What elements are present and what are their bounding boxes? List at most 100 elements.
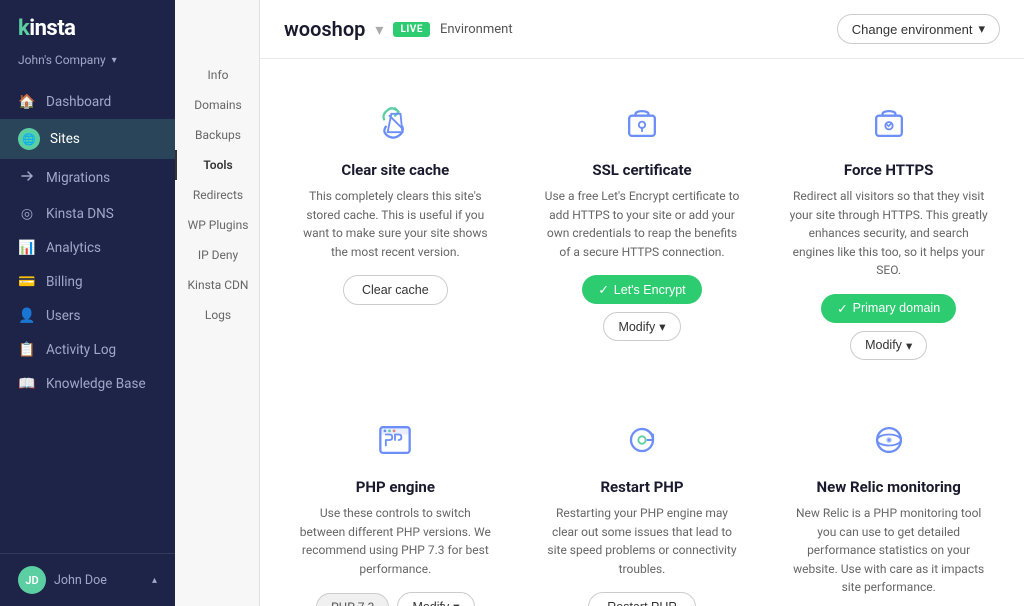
sidebar-item-label: Sites	[50, 131, 80, 147]
https-modify-chevron-icon: ▾	[906, 338, 912, 353]
sub-sidebar: Info Domains Backups Tools Redirects WP …	[175, 0, 260, 606]
force-https-icon	[863, 97, 915, 149]
sub-nav-backups[interactable]: Backups	[175, 120, 259, 150]
sidebar-item-migrations[interactable]: Migrations	[0, 159, 175, 197]
php-engine-icon	[369, 414, 421, 466]
user-area[interactable]: JD John Doe ▴	[0, 553, 175, 606]
sites-icon: 🌐	[18, 128, 40, 150]
sub-nav-ip-deny[interactable]: IP Deny	[175, 240, 259, 270]
card-title: Clear site cache	[341, 161, 449, 179]
card-desc: Redirect all visitors so that they visit…	[789, 187, 988, 280]
site-title: wooshop	[284, 17, 365, 41]
card-title: PHP engine	[356, 478, 435, 496]
https-modify-button[interactable]: Modify ▾	[850, 331, 927, 360]
billing-icon: 💳	[18, 274, 36, 290]
card-desc: Use these controls to switch between dif…	[296, 504, 495, 578]
company-chevron-icon: ▾	[112, 55, 117, 66]
tool-card-php-engine: PHP engine Use these controls to switch …	[284, 404, 507, 606]
change-environment-button[interactable]: Change environment ▾	[837, 14, 1000, 44]
sub-nav-kinsta-cdn[interactable]: Kinsta CDN	[175, 270, 259, 300]
card-desc: Restarting your PHP engine may clear out…	[543, 504, 742, 578]
tool-card-clear-cache: Clear site cache This completely clears …	[284, 87, 507, 376]
primary-domain-button[interactable]: ✓ Primary domain	[821, 294, 956, 323]
sidebar-item-label: Dashboard	[46, 94, 111, 110]
tool-card-new-relic: New Relic monitoring New Relic is a PHP …	[777, 404, 1000, 606]
sub-nav-redirects[interactable]: Redirects	[175, 180, 259, 210]
main-header: wooshop ▾ LIVE Environment Change enviro…	[260, 0, 1024, 59]
user-chevron-icon: ▴	[152, 575, 157, 586]
kinsta-logo: kinsta	[18, 16, 75, 41]
sidebar-item-analytics[interactable]: 📊 Analytics	[0, 231, 175, 265]
clear-cache-icon	[369, 97, 421, 149]
avatar: JD	[18, 566, 46, 594]
knowledge-base-icon: 📖	[18, 376, 36, 392]
lets-encrypt-check-icon: ✓	[598, 282, 608, 297]
sidebar-item-label: Kinsta DNS	[46, 206, 114, 222]
tools-grid: Clear site cache This completely clears …	[260, 59, 1024, 606]
activity-log-icon: 📋	[18, 342, 36, 358]
php-version-tag: PHP 7.3	[316, 593, 389, 606]
dashboard-icon: 🏠	[18, 94, 36, 110]
sidebar-item-sites[interactable]: 🌐 Sites	[0, 119, 175, 159]
card-actions: ✓ Primary domain Modify ▾	[789, 294, 988, 360]
card-title: Restart PHP	[600, 478, 683, 496]
sidebar-item-users[interactable]: 👤 Users	[0, 299, 175, 333]
card-desc: New Relic is a PHP monitoring tool you c…	[789, 504, 988, 597]
php-modify-button[interactable]: Modify ▾	[397, 592, 474, 606]
change-env-label: Change environment	[852, 22, 973, 37]
sidebar-item-label: Analytics	[46, 240, 101, 256]
restart-php-icon	[616, 414, 668, 466]
card-actions: Clear cache	[343, 275, 448, 305]
company-name: John's Company	[18, 53, 106, 67]
primary-domain-check-icon: ✓	[837, 301, 847, 316]
ssl-modify-button[interactable]: Modify ▾	[603, 312, 680, 341]
sidebar-item-label: Activity Log	[46, 342, 116, 358]
main-content: wooshop ▾ LIVE Environment Change enviro…	[260, 0, 1024, 606]
site-title-chevron-icon[interactable]: ▾	[375, 20, 383, 39]
tool-card-force-https: Force HTTPS Redirect all visitors so tha…	[777, 87, 1000, 376]
clear-cache-button[interactable]: Clear cache	[343, 275, 448, 305]
ssl-modify-chevron-icon: ▾	[659, 319, 665, 334]
sub-nav-logs[interactable]: Logs	[175, 300, 259, 330]
tool-card-restart-php: Restart PHP Restarting your PHP engine m…	[531, 404, 754, 606]
card-actions: ✓ Let's Encrypt Modify ▾	[543, 275, 742, 341]
card-actions: Restart PHP	[588, 592, 695, 606]
sub-nav-info[interactable]: Info	[175, 60, 259, 90]
new-relic-icon	[863, 414, 915, 466]
sidebar-item-label: Billing	[46, 274, 83, 290]
sidebar-item-activity-log[interactable]: 📋 Activity Log	[0, 333, 175, 367]
ssl-icon	[616, 97, 668, 149]
lets-encrypt-button[interactable]: ✓ Let's Encrypt	[582, 275, 701, 304]
tool-card-ssl: SSL certificate Use a free Let's Encrypt…	[531, 87, 754, 376]
card-title: Force HTTPS	[844, 161, 934, 179]
sidebar-item-label: Migrations	[46, 170, 110, 186]
card-desc: This completely clears this site's store…	[296, 187, 495, 261]
card-actions: PHP 7.3 Modify ▾	[316, 592, 474, 606]
dns-icon: ◎	[18, 206, 36, 222]
logo-area: kinsta	[0, 0, 175, 49]
sidebar-item-dashboard[interactable]: 🏠 Dashboard	[0, 85, 175, 119]
php-modify-chevron-icon: ▾	[453, 599, 459, 606]
migrations-icon	[18, 168, 36, 188]
change-env-chevron-icon: ▾	[978, 21, 985, 37]
env-badge: LIVE	[393, 22, 430, 37]
sidebar-item-label: Users	[46, 308, 80, 324]
sub-nav-wp-plugins[interactable]: WP Plugins	[175, 210, 259, 240]
users-icon: 👤	[18, 308, 36, 324]
sidebar-item-billing[interactable]: 💳 Billing	[0, 265, 175, 299]
sidebar-nav: 🏠 Dashboard 🌐 Sites Migrations ◎ Kinsta …	[0, 81, 175, 553]
restart-php-button[interactable]: Restart PHP	[588, 592, 695, 606]
sidebar-item-knowledge-base[interactable]: 📖 Knowledge Base	[0, 367, 175, 401]
sidebar-item-label: Knowledge Base	[46, 376, 146, 392]
card-title: New Relic monitoring	[817, 478, 961, 496]
sidebar-item-kinsta-dns[interactable]: ◎ Kinsta DNS	[0, 197, 175, 231]
env-label: Environment	[440, 22, 513, 37]
sub-nav-tools[interactable]: Tools	[175, 150, 259, 180]
company-selector[interactable]: John's Company ▾	[0, 49, 175, 81]
sidebar: kinsta John's Company ▾ 🏠 Dashboard 🌐 Si…	[0, 0, 175, 606]
sub-nav-domains[interactable]: Domains	[175, 90, 259, 120]
analytics-icon: 📊	[18, 240, 36, 256]
card-desc: Use a free Let's Encrypt certificate to …	[543, 187, 742, 261]
card-title: SSL certificate	[592, 161, 691, 179]
user-name: John Doe	[54, 573, 144, 588]
